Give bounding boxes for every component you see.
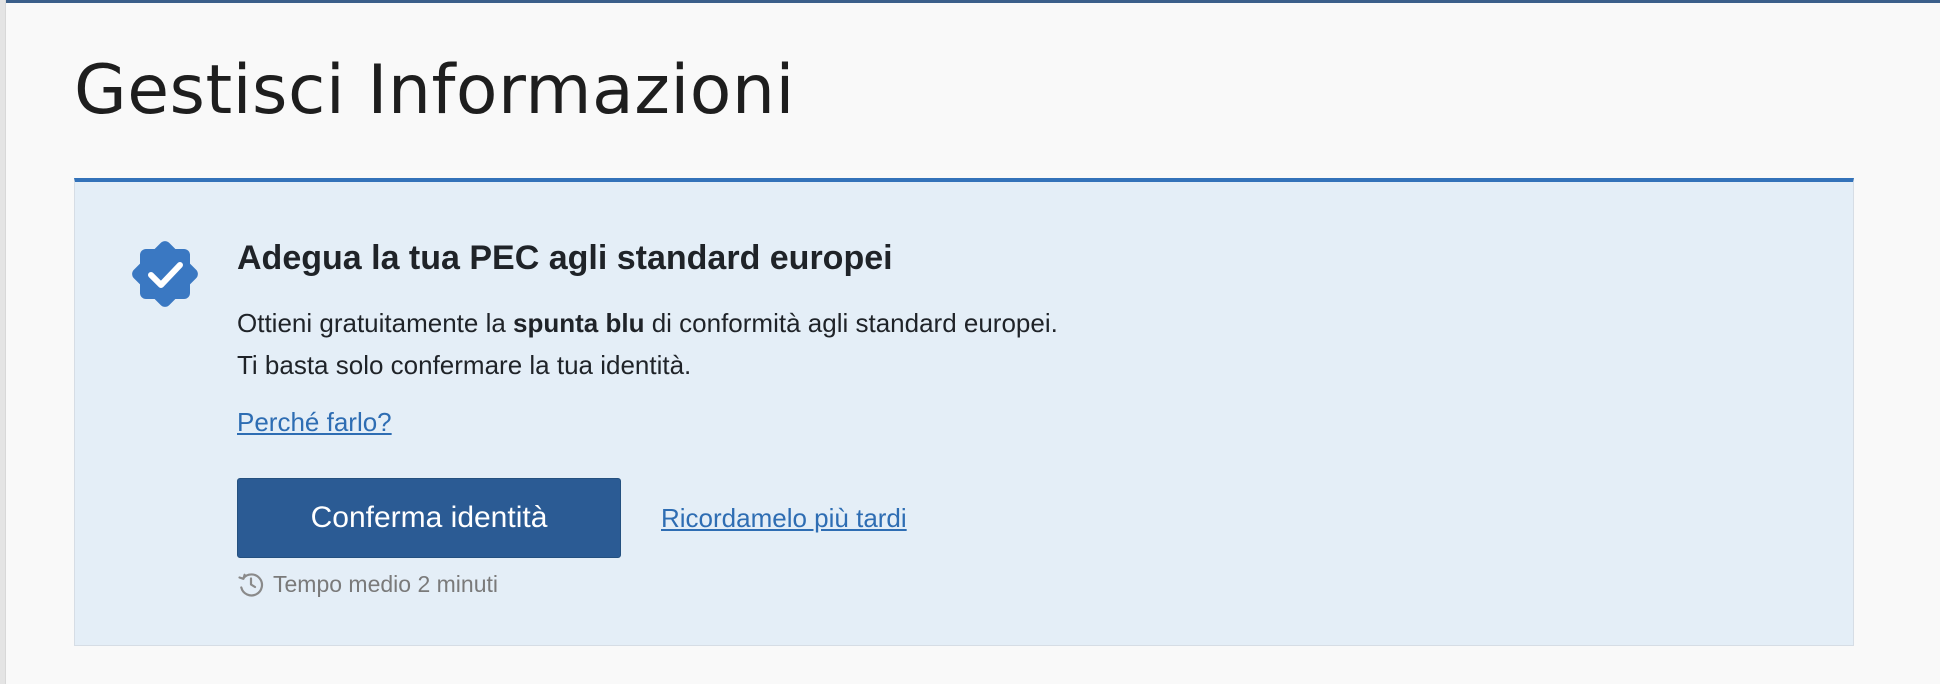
remind-later-link[interactable]: Ricordamelo più tardi xyxy=(661,498,907,538)
top-border xyxy=(0,0,1940,3)
page-title: Gestisci Informazioni xyxy=(74,51,795,130)
left-border xyxy=(0,0,6,684)
confirm-identity-button[interactable]: Conferma identità xyxy=(237,478,621,558)
pec-compliance-notice: Adegua la tua PEC agli standard europei … xyxy=(74,178,1854,646)
verified-badge-icon xyxy=(123,232,207,316)
average-time-text: Tempo medio 2 minuti xyxy=(273,570,498,597)
notice-description: Ottieni gratuitamente la spunta blu di c… xyxy=(237,302,1058,386)
notice-text-line2: Ti basta solo confermare la tua identità… xyxy=(237,350,692,380)
average-time-hint: Tempo medio 2 minuti xyxy=(237,564,498,604)
notice-text-bold: spunta blu xyxy=(513,308,645,338)
why-link[interactable]: Perché farlo? xyxy=(237,402,392,442)
clock-history-icon xyxy=(237,570,265,598)
notice-title: Adegua la tua PEC agli standard europei xyxy=(237,239,893,277)
notice-text-line1-prefix: Ottieni gratuitamente la xyxy=(237,308,514,338)
notice-text-line1-suffix: di conformità agli standard europei. xyxy=(644,308,1058,338)
